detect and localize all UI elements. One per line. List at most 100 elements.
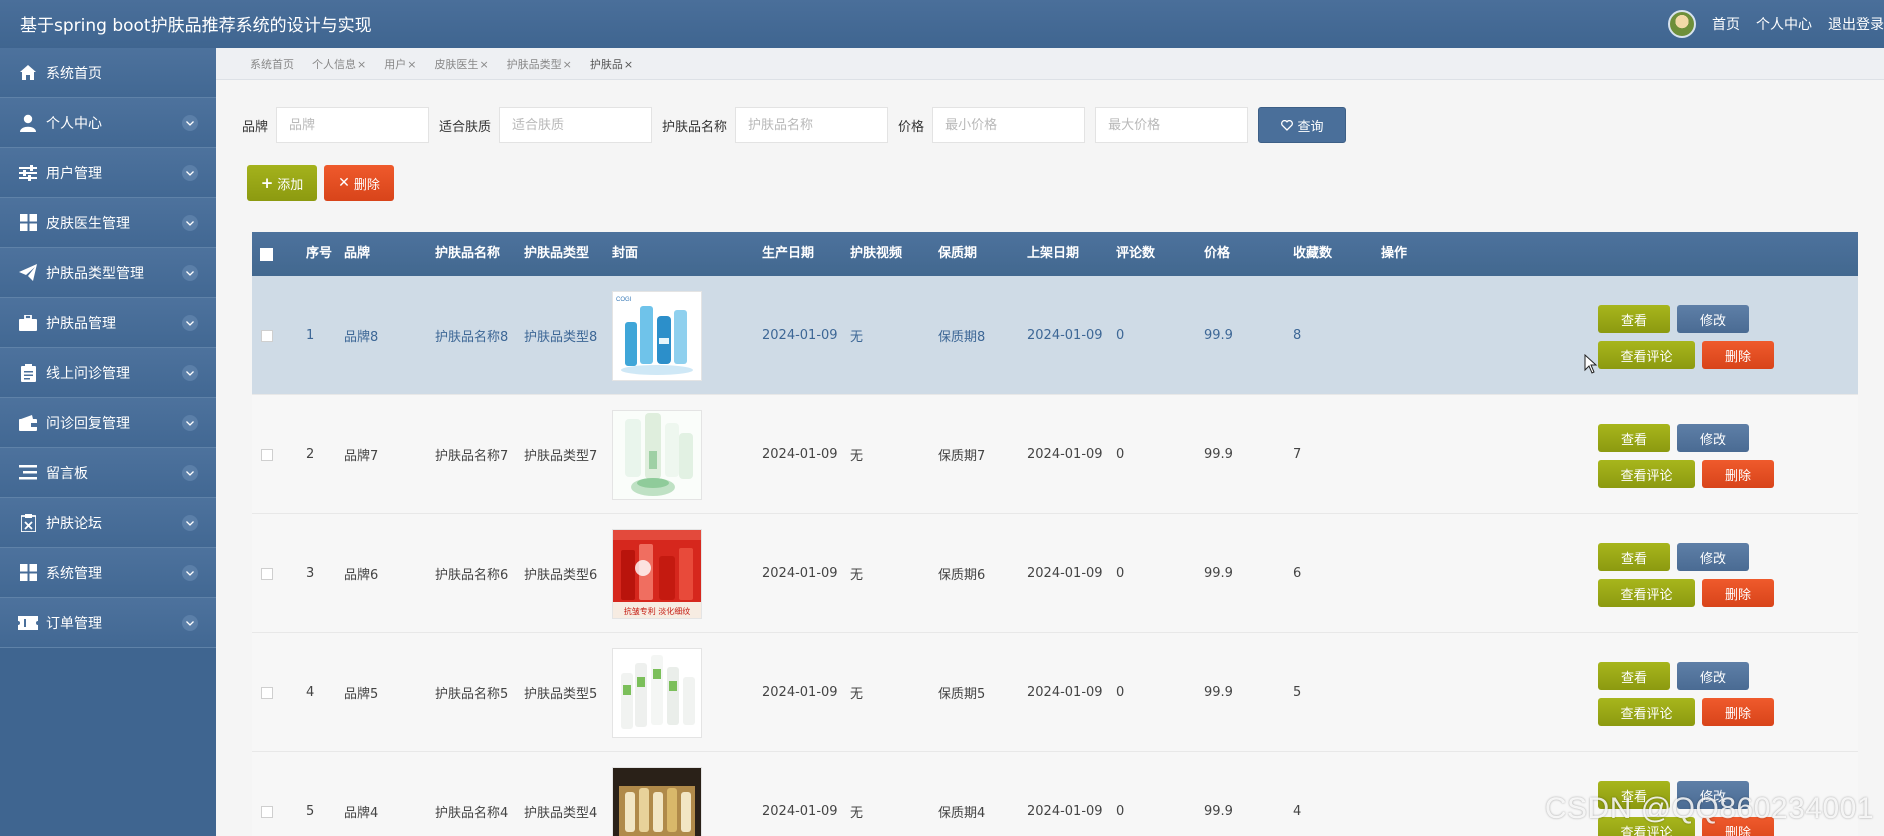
chevron-down-icon[interactable] bbox=[182, 165, 198, 181]
batch-delete-button[interactable]: ✕ 删除 bbox=[324, 165, 394, 201]
top-bar: 基于spring boot护肤品推荐系统的设计与实现 首页 个人中心 退出登录 bbox=[0, 0, 1884, 48]
sliders-icon bbox=[18, 163, 38, 183]
chevron-down-icon[interactable] bbox=[182, 515, 198, 531]
tab-close-icon[interactable]: × bbox=[479, 58, 488, 71]
cell-type: 护肤品类型4 bbox=[524, 806, 598, 821]
sidebar-item-label: 皮肤医生管理 bbox=[46, 215, 130, 232]
sidebar-item[interactable]: 皮肤医生管理 bbox=[0, 198, 216, 248]
sidebar-item[interactable]: 留言板 bbox=[0, 448, 216, 498]
tab-close-icon[interactable]: × bbox=[624, 58, 633, 71]
sidebar-item[interactable]: 系统首页 bbox=[0, 48, 216, 98]
wallet-icon bbox=[18, 413, 38, 433]
tab-close-icon[interactable]: × bbox=[407, 58, 416, 71]
avatar[interactable] bbox=[1668, 10, 1696, 38]
column-header: 保质期 bbox=[938, 246, 978, 261]
delete-button[interactable]: 删除 bbox=[1702, 579, 1774, 607]
product-name-input[interactable] bbox=[735, 107, 889, 143]
table-row[interactable]: 3 品牌6 护肤品名称6 护肤品类型6 2024-01-09 无 保质期6 2024-01-0… bbox=[252, 514, 1858, 633]
sidebar-item-label: 用户管理 bbox=[46, 165, 102, 182]
cell-shelf: 保质期7 bbox=[938, 449, 986, 464]
add-button[interactable]: + 添加 bbox=[247, 165, 317, 201]
chevron-down-icon[interactable] bbox=[182, 115, 198, 131]
product-cover-image[interactable] bbox=[612, 647, 702, 738]
max-price-input[interactable] bbox=[1095, 107, 1249, 143]
row-checkbox[interactable] bbox=[261, 686, 273, 699]
row-checkbox[interactable] bbox=[261, 448, 273, 461]
view-comments-button[interactable]: 查看评论 bbox=[1598, 698, 1695, 726]
delete-button[interactable]: 删除 bbox=[1702, 698, 1774, 726]
row-select-cell bbox=[261, 514, 273, 633]
select-all-checkbox[interactable] bbox=[260, 247, 273, 261]
tab-bar: 系统首页 个人信息× 用户× 皮肤医生× 护肤品类型× 护肤品× bbox=[216, 48, 1884, 80]
view-comments-button[interactable]: 查看评论 bbox=[1598, 460, 1695, 488]
sidebar-item[interactable]: 问诊回复管理 bbox=[0, 398, 216, 448]
edit-button[interactable]: 修改 bbox=[1677, 662, 1749, 690]
chevron-down-icon[interactable] bbox=[182, 465, 198, 481]
view-button[interactable]: 查看 bbox=[1598, 305, 1670, 333]
edit-button[interactable]: 修改 bbox=[1677, 305, 1749, 333]
view-button[interactable]: 查看 bbox=[1598, 543, 1670, 571]
view-button[interactable]: 查看 bbox=[1598, 662, 1670, 690]
query-label: 查询 bbox=[1297, 119, 1324, 135]
sidebar-item[interactable]: 订单管理 bbox=[0, 598, 216, 648]
chevron-down-icon[interactable] bbox=[182, 615, 198, 631]
table-row[interactable]: 1 品牌8 护肤品名称8 护肤品类型8 2024-01-09 无 保质期8 2024-01-0… bbox=[252, 276, 1858, 395]
cell-price: 99.9 bbox=[1204, 447, 1233, 462]
brand-input[interactable] bbox=[276, 107, 430, 143]
cell-date: 2024-01-09 bbox=[762, 566, 838, 581]
sidebar-item[interactable]: 线上问诊管理 bbox=[0, 348, 216, 398]
delete-button[interactable]: 删除 bbox=[1702, 341, 1774, 369]
table-row[interactable]: 4 品牌5 护肤品名称5 护肤品类型5 2024-01-09 无 保质期5 2024-01-0… bbox=[252, 633, 1858, 752]
sidebar-item[interactable]: 护肤品管理 bbox=[0, 298, 216, 348]
product-cover-image[interactable] bbox=[612, 409, 702, 500]
row-actions: 查看 修改查看评论 删除 bbox=[1598, 514, 1798, 633]
min-price-input[interactable] bbox=[932, 107, 1086, 143]
tab[interactable]: 护肤品类型× bbox=[507, 56, 572, 72]
tab[interactable]: 个人信息× bbox=[312, 56, 366, 72]
product-cover-image[interactable] bbox=[612, 766, 702, 836]
tab[interactable]: 系统首页 bbox=[250, 56, 294, 72]
clipboard-x-icon bbox=[18, 513, 38, 533]
sidebar-item[interactable]: 用户管理 bbox=[0, 148, 216, 198]
skin-type-input[interactable] bbox=[499, 107, 653, 143]
logout-link[interactable]: 退出登录 bbox=[1828, 14, 1884, 34]
tab[interactable]: 皮肤医生× bbox=[434, 56, 488, 72]
edit-button[interactable]: 修改 bbox=[1677, 424, 1749, 452]
column-header: 操作 bbox=[1381, 246, 1408, 261]
chevron-down-icon[interactable] bbox=[182, 265, 198, 281]
table-row[interactable]: 2 品牌7 护肤品名称7 护肤品类型7 2024-01-09 无 保质期7 2024-01-0… bbox=[252, 395, 1858, 514]
plus-icon: + bbox=[260, 174, 274, 192]
chevron-down-icon[interactable] bbox=[182, 215, 198, 231]
view-button[interactable]: 查看 bbox=[1598, 424, 1670, 452]
tab-close-icon[interactable]: × bbox=[357, 58, 366, 71]
chevron-down-icon[interactable] bbox=[182, 315, 198, 331]
column-header: 收藏数 bbox=[1293, 246, 1333, 261]
delete-button[interactable]: 删除 bbox=[1702, 460, 1774, 488]
sidebar-item[interactable]: 系统管理 bbox=[0, 548, 216, 598]
chevron-down-icon[interactable] bbox=[182, 565, 198, 581]
tab[interactable]: 用户× bbox=[384, 56, 416, 72]
sidebar-item[interactable]: 护肤论坛 bbox=[0, 498, 216, 548]
row-checkbox[interactable] bbox=[261, 567, 273, 580]
row-checkbox[interactable] bbox=[261, 329, 273, 342]
view-comments-button[interactable]: 查看评论 bbox=[1598, 341, 1695, 369]
view-comments-button[interactable]: 查看评论 bbox=[1598, 579, 1695, 607]
product-cover-image[interactable]: COGI bbox=[612, 290, 702, 381]
cell-date: 2024-01-09 bbox=[762, 685, 838, 700]
sidebar-item[interactable]: 护肤品类型管理 bbox=[0, 248, 216, 298]
nav-profile-link[interactable]: 个人中心 bbox=[1756, 14, 1812, 34]
chevron-down-icon[interactable] bbox=[182, 365, 198, 381]
chevron-down-icon[interactable] bbox=[182, 415, 198, 431]
nav-home-link[interactable]: 首页 bbox=[1712, 14, 1740, 34]
row-checkbox[interactable] bbox=[261, 805, 273, 818]
sidebar-item-label: 系统首页 bbox=[46, 65, 102, 82]
product-cover-image[interactable]: 抗皱专利 淡化细纹 bbox=[612, 528, 702, 619]
tab[interactable]: 护肤品× bbox=[590, 56, 633, 72]
edit-button[interactable]: 修改 bbox=[1677, 543, 1749, 571]
column-header: 护肤视频 bbox=[850, 246, 903, 261]
cover-brand-text: COGI bbox=[616, 297, 632, 303]
search-form: 品牌 适合肤质 护肤品名称 价格 查询 bbox=[242, 107, 1347, 143]
tab-close-icon[interactable]: × bbox=[563, 58, 572, 71]
sidebar-item[interactable]: 个人中心 bbox=[0, 98, 216, 148]
query-button[interactable]: 查询 bbox=[1258, 107, 1347, 143]
